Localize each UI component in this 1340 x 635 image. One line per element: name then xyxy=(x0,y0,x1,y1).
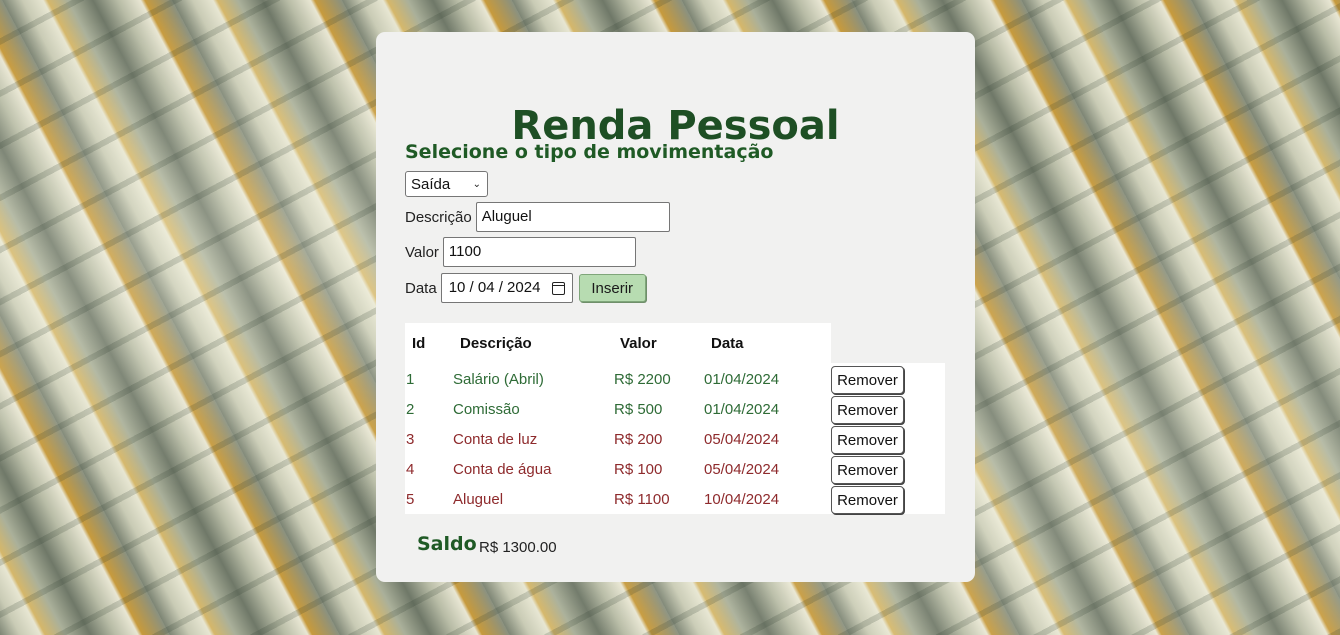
movement-type-heading: Selecione o tipo de movimentação xyxy=(405,141,774,163)
header-id: Id xyxy=(412,335,426,352)
type-row: Saída ⌄ xyxy=(405,171,488,197)
calendar-icon[interactable] xyxy=(551,281,565,295)
table-row: 2 Comissão R$ 500 01/04/2024 Remover xyxy=(405,395,945,425)
value-label: Valor xyxy=(405,243,439,261)
insert-button[interactable]: Inserir xyxy=(578,274,646,302)
header-description: Descrição xyxy=(460,335,532,352)
movement-type-selected: Saída xyxy=(411,175,451,193)
remove-button[interactable]: Remover xyxy=(831,426,904,454)
remove-button[interactable]: Remover xyxy=(831,366,904,394)
date-value: 10 / 04 / 2024 xyxy=(448,279,541,296)
table-header: Id Descrição Valor Data xyxy=(405,323,831,363)
value-input[interactable]: 1100 xyxy=(442,237,636,267)
row-date: 10/04/2024 xyxy=(704,491,780,508)
table-row: 4 Conta de água R$ 100 05/04/2024 Remove… xyxy=(405,455,945,485)
row-date: 01/04/2024 xyxy=(704,371,780,388)
finance-card: Renda Pessoal Selecione o tipo de movime… xyxy=(376,32,975,582)
chevron-down-icon: ⌄ xyxy=(472,178,481,190)
row-value: R$ 1100 xyxy=(614,491,670,508)
balance-value: R$ 1300.00 xyxy=(479,539,557,556)
row-description: Comissão xyxy=(453,401,520,418)
remove-button[interactable]: Remover xyxy=(831,486,904,514)
table-row: 5 Aluguel R$ 1100 10/04/2024 Remover xyxy=(405,485,945,515)
value-row: Valor 1100 xyxy=(405,237,636,267)
header-date: Data xyxy=(711,335,744,352)
remove-button[interactable]: Remover xyxy=(831,396,904,424)
table-row: 1 Salário (Abril) R$ 2200 01/04/2024 Rem… xyxy=(405,365,945,395)
balance-label: Saldo xyxy=(417,533,477,555)
row-date: 01/04/2024 xyxy=(704,401,780,418)
movements-table: 1 Salário (Abril) R$ 2200 01/04/2024 Rem… xyxy=(405,363,945,514)
row-description: Aluguel xyxy=(453,491,504,508)
row-description: Conta de água xyxy=(453,461,552,478)
movement-type-select[interactable]: Saída ⌄ xyxy=(405,171,488,197)
date-row: Data 10 / 04 / 2024 Inserir xyxy=(405,273,646,303)
date-label: Data xyxy=(405,279,437,297)
row-value: R$ 2200 xyxy=(614,371,671,388)
row-id: 4 xyxy=(406,461,415,478)
row-id: 1 xyxy=(406,371,415,388)
row-id: 2 xyxy=(406,401,415,418)
date-input[interactable]: 10 / 04 / 2024 xyxy=(440,273,573,303)
header-value: Valor xyxy=(620,335,657,352)
row-id: 3 xyxy=(406,431,415,448)
description-row: Descrição Aluguel xyxy=(405,202,670,232)
row-date: 05/04/2024 xyxy=(704,461,780,478)
description-input[interactable]: Aluguel xyxy=(475,202,670,232)
row-id: 5 xyxy=(406,491,415,508)
row-value: R$ 500 xyxy=(614,401,663,418)
row-description: Conta de luz xyxy=(453,431,538,448)
description-label: Descrição xyxy=(405,208,472,226)
remove-button[interactable]: Remover xyxy=(831,456,904,484)
row-description: Salário (Abril) xyxy=(453,371,544,388)
row-value: R$ 100 xyxy=(614,461,663,478)
table-row: 3 Conta de luz R$ 200 05/04/2024 Remover xyxy=(405,425,945,455)
row-value: R$ 200 xyxy=(614,431,663,448)
row-date: 05/04/2024 xyxy=(704,431,780,448)
